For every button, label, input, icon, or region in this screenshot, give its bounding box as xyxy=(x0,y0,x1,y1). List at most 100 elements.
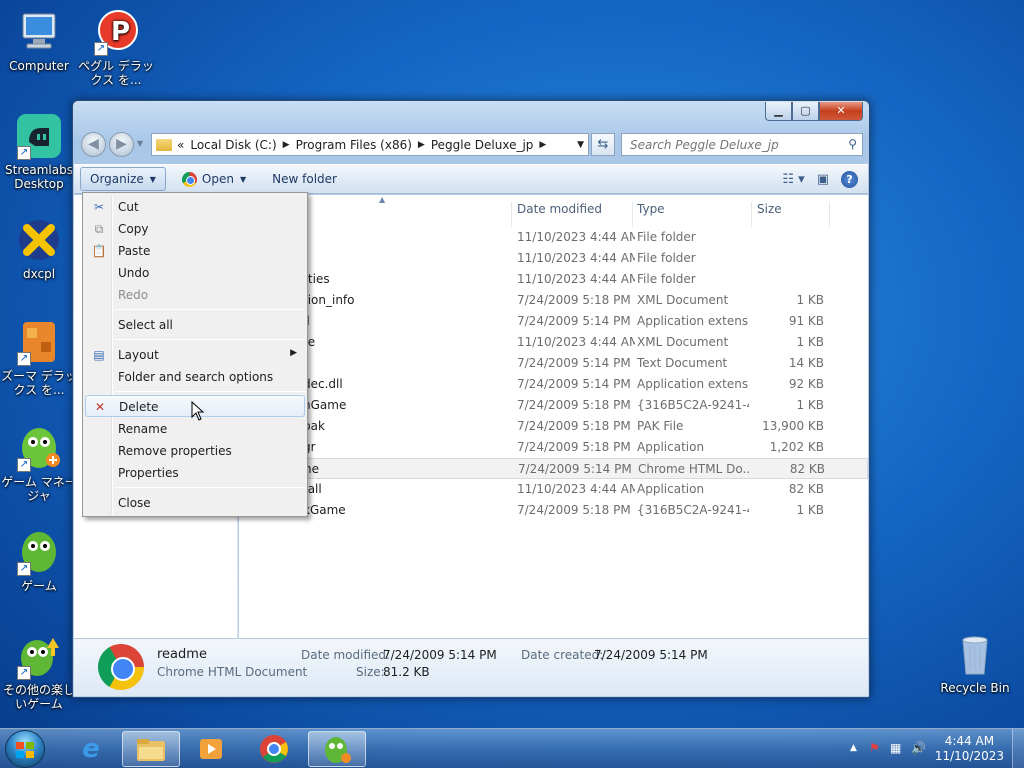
desktop-icon-computer[interactable]: Computer xyxy=(1,8,77,73)
menu-item-folder-options[interactable]: Folder and search options xyxy=(85,366,305,388)
table-row[interactable]: pak 7/24/2009 5:18 PM PAK File 13,900 KB xyxy=(239,416,868,437)
menu-item-paste[interactable]: 📋 Paste xyxy=(85,240,305,262)
breadcrumb-program-files[interactable]: Program Files (x86) xyxy=(296,138,412,152)
help-icon[interactable]: ? xyxy=(841,170,858,188)
desktop-icon-streamlabs[interactable]: ↗ Streamlabs Desktop xyxy=(1,112,77,191)
desktop-icon-more-games[interactable]: ↗ その他の楽しいゲーム xyxy=(1,632,77,711)
preview-pane-icon[interactable]: ▣ xyxy=(817,172,829,187)
desktop-icon-dxcpl[interactable]: dxcpl xyxy=(1,216,77,281)
clock[interactable]: 4:44 AM 11/10/2023 xyxy=(935,734,1004,764)
search-box[interactable]: ⚲ xyxy=(621,133,863,156)
file-size: 1 KB xyxy=(796,335,824,349)
organize-label: Organize xyxy=(90,172,144,186)
address-bar[interactable]: « Local Disk (C:) ▶ Program Files (x86) … xyxy=(151,133,589,156)
organize-button[interactable]: Organize ▼ xyxy=(80,167,166,191)
file-date: 11/10/2023 4:44 AM xyxy=(517,230,635,244)
menu-item-close[interactable]: Close xyxy=(85,492,305,514)
open-button[interactable]: Open ▼ xyxy=(172,167,256,192)
desktop-icon-peggle[interactable]: P ↗ ペグル デラックス を... xyxy=(78,8,154,87)
file-type: Application extens... xyxy=(637,377,749,391)
new-folder-button[interactable]: New folder xyxy=(262,167,347,191)
search-input[interactable] xyxy=(630,138,830,152)
details-modified-label: Date modified: xyxy=(301,648,391,662)
breadcrumb-separator-icon[interactable]: ▶ xyxy=(418,140,425,150)
file-type: File folder xyxy=(637,230,696,244)
menu-item-remove-properties[interactable]: Remove properties xyxy=(85,440,305,462)
search-icon[interactable]: ⚲ xyxy=(848,137,857,151)
show-hidden-icons-icon[interactable]: ▲ xyxy=(850,743,857,753)
breadcrumb-separator-icon[interactable]: ▶ xyxy=(539,140,546,150)
submenu-arrow-icon: ▶ xyxy=(290,348,297,358)
table-row[interactable]: 11/10/2023 4:44 AM File folder xyxy=(239,248,868,269)
menu-item-copy[interactable]: ⧉ Copy xyxy=(85,218,305,240)
taskbar-internet-explorer[interactable]: e xyxy=(62,731,120,767)
file-name: pak xyxy=(303,419,325,433)
view-options-icon[interactable]: ☷ ▾ xyxy=(782,172,804,187)
breadcrumb-overflow[interactable]: « xyxy=(177,138,184,152)
column-divider[interactable] xyxy=(751,202,752,227)
column-divider[interactable] xyxy=(632,202,633,227)
desktop-icon-zuma[interactable]: ↗ ズーマ デラックス を... xyxy=(1,318,77,397)
file-size: 82 KB xyxy=(789,462,825,476)
maximize-button[interactable]: ▢ xyxy=(792,102,819,121)
menu-item-cut[interactable]: ✂ Cut xyxy=(85,196,305,218)
start-button[interactable] xyxy=(5,730,45,768)
table-row[interactable]: kGame 7/24/2009 5:18 PM {316B5C2A-9241-4..… xyxy=(239,500,868,521)
back-button[interactable]: ◀ xyxy=(81,132,106,157)
table-row[interactable]: tion_info 7/24/2009 5:18 PM XML Document 1 … xyxy=(239,290,868,311)
table-row[interactable]: te 11/10/2023 4:44 AM XML Document 1 KB xyxy=(239,332,868,353)
menu-item-label: Paste xyxy=(118,244,151,258)
action-center-flag-icon[interactable]: ⚑ xyxy=(869,741,880,755)
taskbar-chrome[interactable] xyxy=(245,731,303,767)
menu-separator xyxy=(115,309,305,310)
table-row[interactable]: dec.dll 7/24/2009 5:14 PM Application exte… xyxy=(239,374,868,395)
menu-item-properties[interactable]: Properties xyxy=(85,462,305,484)
close-button[interactable]: ✕ xyxy=(819,102,863,121)
breadcrumb-local-disk[interactable]: Local Disk (C:) xyxy=(190,138,276,152)
taskbar-windows-explorer[interactable] xyxy=(122,731,180,767)
recent-pages-dropdown-icon[interactable]: ▼ xyxy=(137,139,143,148)
file-name: te xyxy=(303,335,316,349)
address-dropdown-icon[interactable]: ▼ xyxy=(577,140,584,150)
breadcrumb-separator-icon[interactable]: ▶ xyxy=(283,140,290,150)
table-row[interactable]: hGame 7/24/2009 5:18 PM {316B5C2A-9241-4..… xyxy=(239,395,868,416)
file-size: 92 KB xyxy=(788,377,824,391)
column-divider[interactable] xyxy=(829,202,830,227)
file-date: 7/24/2009 5:14 PM xyxy=(517,314,631,328)
table-row[interactable]: gr 7/24/2009 5:18 PM Application 1,202 KB xyxy=(239,437,868,458)
table-row[interactable]: rties 11/10/2023 4:44 AM File folder xyxy=(239,269,868,290)
column-size[interactable]: Size xyxy=(757,202,782,216)
taskbar-media-player[interactable] xyxy=(182,731,240,767)
volume-icon[interactable]: 🔊 xyxy=(911,741,926,755)
column-date-modified[interactable]: Date modified xyxy=(517,202,602,216)
table-row[interactable]: tall 11/10/2023 4:44 AM Application 82 KB xyxy=(239,479,868,500)
desktop-icon-label: ゲーム マネージャ xyxy=(1,475,77,503)
table-row[interactable]: 7/24/2009 5:14 PM Text Document 14 KB xyxy=(239,353,868,374)
table-row[interactable]: 11/10/2023 4:44 AM File folder xyxy=(239,227,868,248)
chrome-icon xyxy=(181,171,197,187)
forward-button[interactable]: ▶ xyxy=(109,132,134,157)
desktop-icon-recycle-bin[interactable]: Recycle Bin xyxy=(937,630,1013,695)
scissors-icon: ✂ xyxy=(93,200,105,214)
table-row-selected[interactable]: ne 7/24/2009 5:14 PM Chrome HTML Do... 82 K… xyxy=(239,458,868,479)
file-name: kGame xyxy=(303,503,346,517)
show-desktop-button[interactable] xyxy=(1012,729,1024,768)
network-icon[interactable]: ▦ xyxy=(890,741,901,755)
minimize-button[interactable]: ▁ xyxy=(765,102,792,121)
file-date: 7/24/2009 5:14 PM xyxy=(517,377,631,391)
desktop-icon-games[interactable]: ↗ ゲーム xyxy=(1,528,77,593)
refresh-button[interactable]: ⇆ xyxy=(591,133,615,156)
file-list[interactable]: ▲ Date modified Type Size 11/10/2023 4:4… xyxy=(239,195,868,639)
desktop-icon-game-manager[interactable]: ↗ ゲーム マネージャ xyxy=(1,424,77,503)
column-type[interactable]: Type xyxy=(637,202,665,216)
chrome-icon xyxy=(260,735,288,763)
menu-item-select-all[interactable]: Select all xyxy=(85,314,305,336)
file-date: 7/24/2009 5:14 PM xyxy=(518,462,632,476)
table-row[interactable]: ll 7/24/2009 5:14 PM Application extens...… xyxy=(239,311,868,332)
file-size: 1,202 KB xyxy=(769,440,824,454)
menu-item-undo[interactable]: Undo xyxy=(85,262,305,284)
breadcrumb-peggle-deluxe[interactable]: Peggle Deluxe_jp xyxy=(431,138,534,152)
menu-item-layout[interactable]: ▤ Layout ▶ xyxy=(85,344,305,366)
taskbar-game-manager[interactable] xyxy=(308,731,366,767)
column-divider[interactable] xyxy=(511,202,512,227)
